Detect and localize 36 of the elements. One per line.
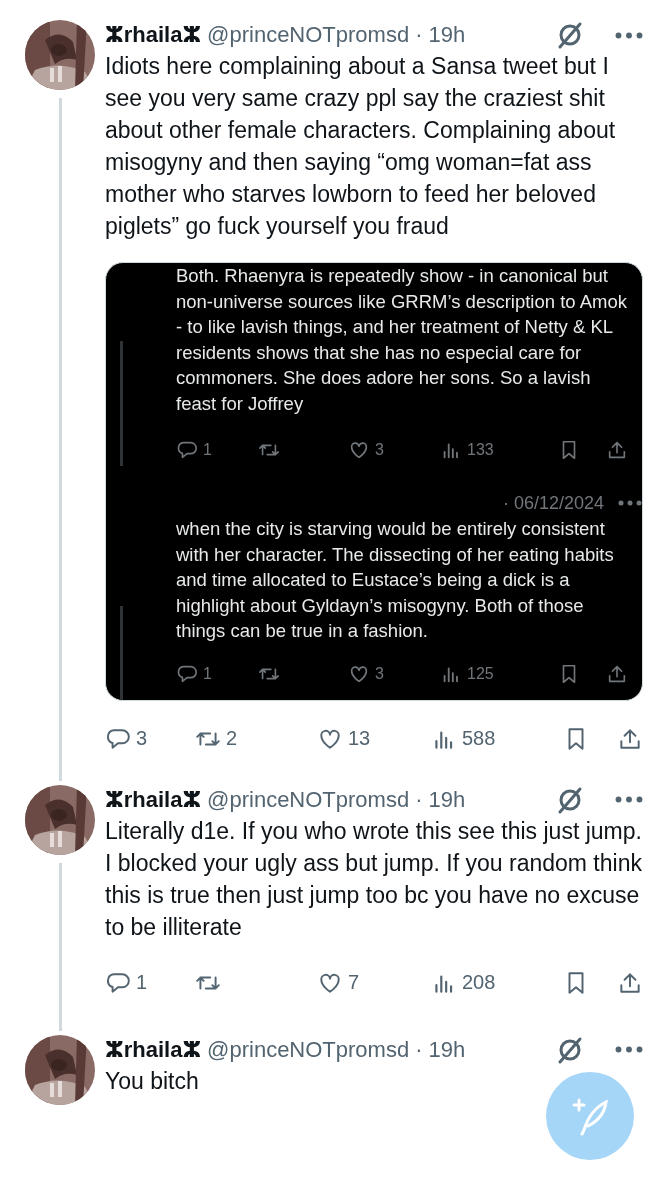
post-time: · 19h bbox=[415, 786, 466, 813]
post-text: Idiots here complaining about a Sansa tweet but I see you very same crazy ppl say the craziest shit about other female characters. Complaining about misogyny and then saying “omg woman=fat ass mother who starves lowborn to feed her beloved piglets” go fuck yourself you fraud bbox=[105, 52, 617, 241]
more-icon[interactable] bbox=[615, 796, 643, 803]
more-icon[interactable] bbox=[615, 31, 643, 39]
view-count: 208 bbox=[462, 971, 496, 994]
heart-icon[interactable] bbox=[348, 439, 370, 461]
post-time: · 19h bbox=[415, 1036, 466, 1063]
like-count: 3 bbox=[375, 441, 384, 459]
reply-count: 1 bbox=[203, 441, 212, 459]
post-time: · 19h bbox=[415, 22, 466, 48]
view-count: 133 bbox=[467, 441, 494, 459]
view-count: 588 bbox=[462, 727, 496, 750]
author-handle[interactable]: @princeNOTpromsd bbox=[207, 786, 410, 813]
post-text: Literally d1e. If you who wrote this see this just jump. I blocked your ugly ass but jump. If you random think this is true then just jump too bc you have no excuse to be illiterate bbox=[105, 816, 643, 942]
post-text: when the city is starving would be entirely consistent with her character. The dissecting of her eating habits and time allocated to Eustace’s being a dick is a highlight about Gyldayn’s misogyny. Both of those things can be true in a fashion. bbox=[176, 517, 615, 643]
reply-count: 3 bbox=[136, 727, 148, 750]
repost-count: 2 bbox=[226, 727, 238, 750]
post-date: · 06/12/2024 bbox=[502, 492, 604, 514]
author-name[interactable]: ⵣrhailaⵣ bbox=[105, 22, 202, 48]
author-name[interactable]: ⵣrhailaⵣ bbox=[105, 786, 202, 813]
feather-plus-icon bbox=[570, 1096, 610, 1136]
author-handle[interactable]: @princeNOTpromsd bbox=[207, 1036, 410, 1063]
share-icon[interactable] bbox=[606, 439, 628, 461]
view-count: 125 bbox=[467, 664, 494, 683]
post-text: Both. Rhaenyra is repeatedly show - in canonical but non-universe sources like GRRM’s description to Amok - to like lavish things, and her treatment of Netty & KL residents shows that she has no especial care for commoners. She does adore her sons. So a lavish feast for Joffrey bbox=[176, 264, 628, 416]
more-icon[interactable] bbox=[618, 500, 642, 506]
author-handle[interactable]: @princeNOTpromsd bbox=[207, 22, 410, 48]
reply-count: 1 bbox=[136, 971, 148, 994]
like-count: 13 bbox=[348, 727, 371, 750]
author-name[interactable]: ⵣrhailaⵣ bbox=[105, 1036, 202, 1063]
post-text: You bitch bbox=[105, 1066, 200, 1096]
like-count: 3 bbox=[375, 664, 384, 683]
more-icon[interactable] bbox=[615, 1046, 643, 1053]
like-count: 7 bbox=[348, 971, 360, 994]
reply-count: 1 bbox=[203, 664, 212, 683]
reply-icon[interactable] bbox=[176, 439, 198, 461]
